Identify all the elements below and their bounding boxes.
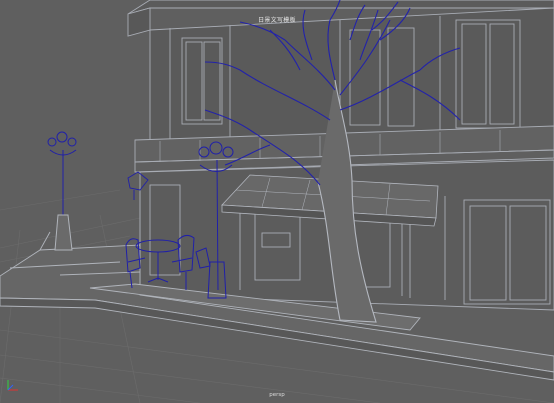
viewport-panel-title: 日景文写模板 <box>258 17 296 24</box>
axis-gizmo-icon <box>7 380 18 391</box>
scene-canvas[interactable] <box>0 0 554 403</box>
street-lamp-left[interactable] <box>47 131 77 251</box>
camera-name-label: persp <box>269 392 285 398</box>
maya-perspective-viewport[interactable]: 日景文写模板 persp <box>0 0 554 403</box>
